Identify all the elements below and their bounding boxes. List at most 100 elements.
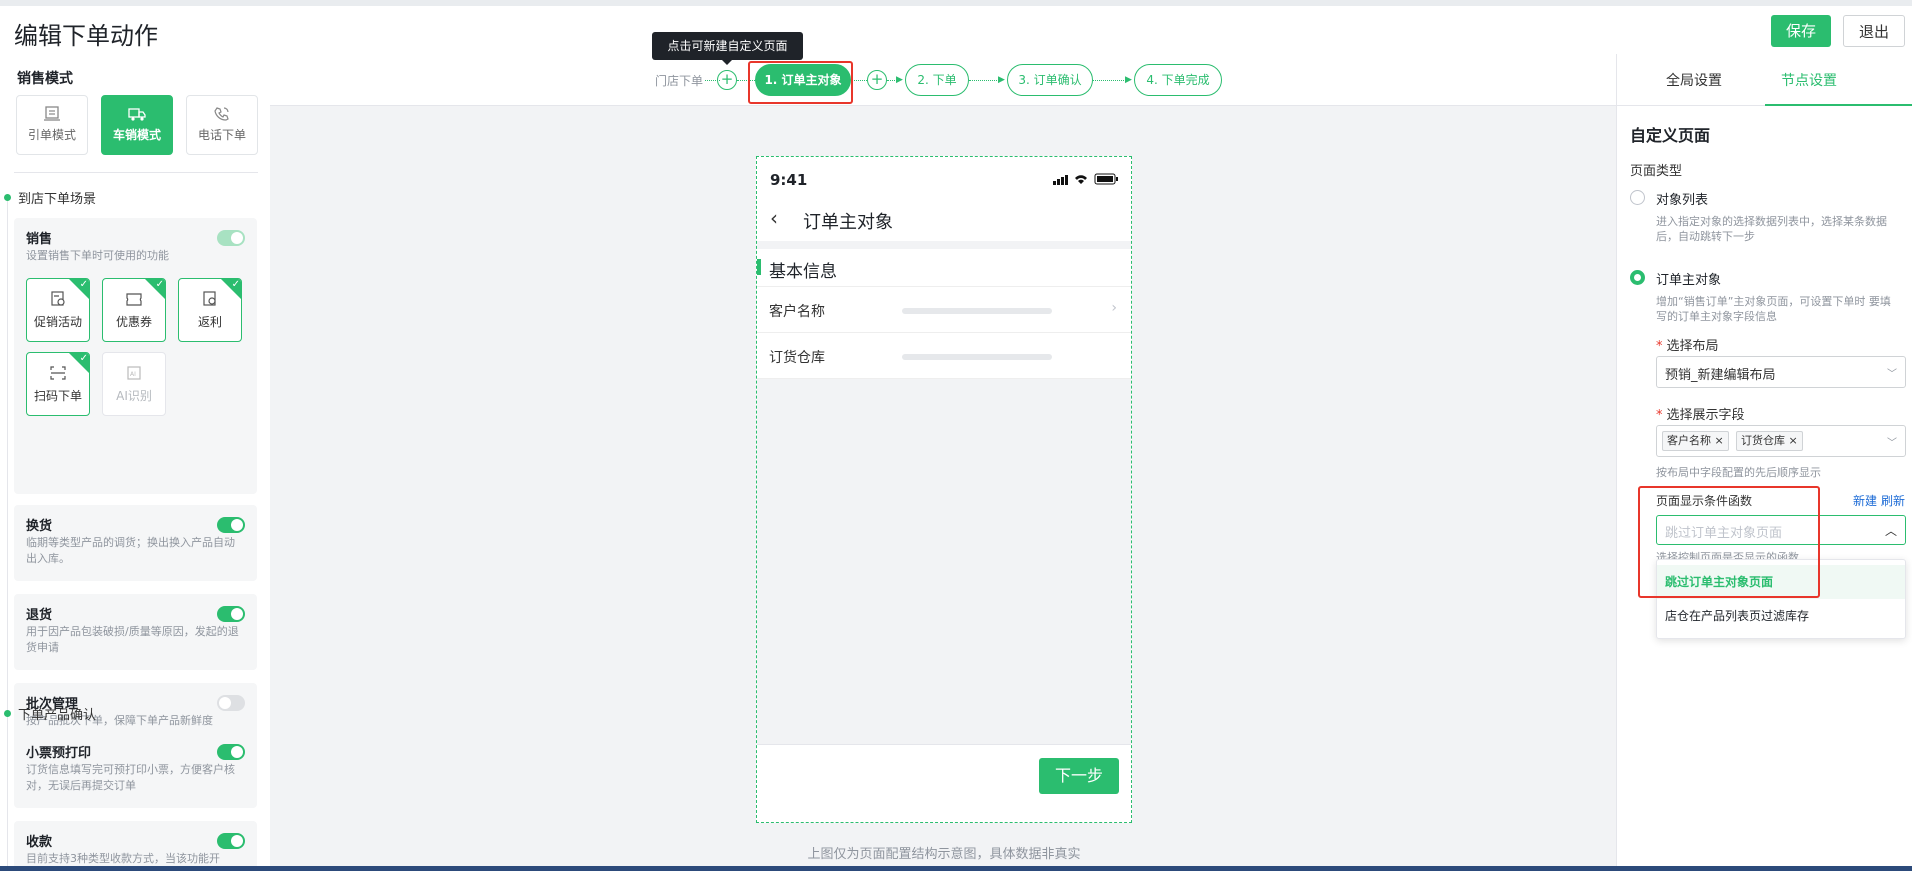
option-object-list-label: 对象列表 [1656, 193, 1709, 208]
tab-global-settings[interactable]: 全局设置 [1666, 70, 1722, 90]
form-row-warehouse[interactable]: 订货仓库 [757, 333, 1131, 379]
right-panel: 全局设置 节点设置 自定义页面 页面类型 对象列表 进入指定对象的选择数据列表中… [1616, 54, 1912, 871]
layout-select[interactable]: 预销_新建编辑布局 ﹀ [1656, 356, 1906, 388]
step-order-complete[interactable]: 4. 下单完成 [1134, 64, 1222, 96]
dropdown-option[interactable]: 店仓在产品列表页过滤库存 [1657, 599, 1905, 633]
receipt-title: 小票预打印 [26, 746, 92, 761]
returns-desc: 用于因产品包装破损/质量等原因，发起的退货申请 [26, 625, 239, 654]
exit-button[interactable]: 退出 [1843, 15, 1905, 47]
returns-toggle[interactable] [217, 606, 245, 622]
tab-node-settings[interactable]: 节点设置 [1781, 70, 1837, 90]
exchange-toggle[interactable] [217, 517, 245, 533]
collect-toggle[interactable] [217, 833, 245, 849]
preview-caption: 上图仅为页面配置结构示意图，具体数据非真实 [807, 847, 1081, 862]
row-label: 客户名称 [769, 304, 825, 320]
phone-preview: 9:41 ‹ 订单主对象 基本信息 客户名称 › 订货仓库 下一步 [756, 156, 1132, 823]
receipt-card: 小票预打印 订货信息填写完可预打印小票，方便客户核对，无误后再提交订单 [14, 732, 257, 808]
phone-page-title: 订单主对象 [803, 212, 893, 233]
new-link[interactable]: 新建 [1853, 492, 1877, 509]
add-page-icon[interactable]: + [717, 70, 737, 90]
scene-title-store: 到店下单场景 [18, 192, 97, 207]
section-header: 基本信息 [757, 249, 1131, 287]
sales-desc: 设置销售下单时可使用的功能 [26, 249, 169, 262]
timeline-line [7, 194, 8, 871]
status-time: 9:41 [770, 171, 808, 189]
receipt-toggle[interactable] [217, 744, 245, 760]
add-page-icon[interactable]: + [867, 70, 887, 90]
next-step-button[interactable]: 下一步 [1039, 758, 1119, 794]
option-object-list-desc: 进入指定对象的选择数据列表中，选择某条数据后，自动跳转下一步 [1656, 215, 1887, 243]
collect-card: 收款 目前支持3种类型收款方式，当该功能开 [14, 821, 257, 871]
feature-rebate[interactable]: 返利 ✓ [178, 278, 242, 342]
radio-object-list[interactable] [1630, 190, 1645, 205]
rebate-icon [203, 291, 216, 306]
coupon-icon [126, 293, 142, 306]
section-title: 基本信息 [769, 262, 837, 282]
mode-truck[interactable]: 车销模式 [101, 95, 173, 155]
truck-icon [128, 108, 146, 121]
settings-tabs: 全局设置 节点设置 [1617, 54, 1912, 106]
feature-label: 扫码下单 [33, 389, 82, 403]
feature-label: 优惠券 [115, 315, 152, 329]
feature-promotion[interactable]: 促销活动 ✓ [26, 278, 90, 342]
check-icon: ✓ [231, 279, 240, 290]
feature-scan-order[interactable]: 扫码下单 ✓ [26, 352, 90, 416]
field-tag[interactable]: 客户名称 × [1662, 431, 1729, 451]
fields-label: * 选择展示字段 [1656, 408, 1745, 423]
fields-multiselect[interactable]: 客户名称 × 订货仓库 × ﹀ [1656, 425, 1906, 457]
form-row-customer[interactable]: 客户名称 › [757, 287, 1131, 333]
exchange-desc: 临期等类型产品的调货；换出换入产品自动出入库。 [26, 536, 235, 565]
arrow-icon: ▶ [998, 75, 1005, 85]
collect-desc: 目前支持3种类型收款方式，当该功能开 [26, 852, 220, 865]
add-page-tooltip: 点击可新建自定义页面 [652, 32, 803, 65]
step-connector [851, 80, 867, 81]
mode-order[interactable]: 引单模式 [16, 95, 88, 155]
returns-title: 退货 [26, 608, 53, 623]
batch-toggle[interactable] [217, 695, 245, 711]
scene-dot [4, 194, 11, 201]
radio-order-main-object[interactable] [1630, 270, 1645, 285]
phone-nav-bar: ‹ 订单主对象 [757, 201, 1131, 241]
mode-label: 引单模式 [27, 128, 76, 142]
layout-label: * 选择布局 [1656, 339, 1719, 354]
phone-icon [214, 107, 229, 121]
step-order-confirm[interactable]: 3. 订单确认 [1007, 64, 1093, 96]
returns-card: 退货 用于因产品包装破损/质量等原因，发起的退货申请 [14, 594, 257, 670]
feature-coupon[interactable]: 优惠券 ✓ [102, 278, 166, 342]
sales-toggle[interactable] [217, 230, 245, 246]
save-button[interactable]: 保存 [1771, 15, 1831, 47]
tab-underline [1765, 104, 1912, 106]
chevron-down-icon: ﹀ [1887, 438, 1897, 449]
sales-card: 销售 设置销售下单时可使用的功能 促销活动 ✓ 优惠券 ✓ 返利 ✓ 扫码下单 … [14, 218, 257, 494]
arrow-icon: ▶ [896, 75, 903, 85]
back-icon[interactable]: ‹ [770, 206, 778, 230]
collect-title: 收款 [26, 835, 53, 850]
layout-value: 预销_新建编辑布局 [1665, 368, 1776, 383]
row-placeholder [902, 354, 1052, 360]
scene-title-confirm: 下单产品确认 [18, 708, 97, 723]
mode-phone[interactable]: 电话下单 [186, 95, 258, 155]
chevron-up-icon: ︿ [1884, 524, 1897, 538]
feature-label: 返利 [197, 315, 222, 329]
sales-mode-title: 销售模式 [17, 71, 73, 87]
taskbar-strip [0, 866, 1912, 871]
step-order[interactable]: 2. 下单 [905, 64, 969, 96]
row-label: 订货仓库 [769, 350, 825, 366]
arrow-icon: ▶ [1125, 75, 1132, 85]
page-type-label: 页面类型 [1630, 164, 1683, 179]
phone-footer: 下一步 [757, 744, 1131, 822]
svg-text:AI: AI [130, 371, 136, 378]
feature-ai-recognition[interactable]: AI AI识别 [102, 352, 166, 416]
step-connector [969, 80, 1001, 81]
panel-title: 自定义页面 [1630, 126, 1711, 145]
refresh-link[interactable]: 刷新 [1881, 492, 1905, 509]
divider [14, 172, 258, 173]
feature-label: AI识别 [116, 389, 152, 403]
step-store[interactable]: 门店下单 [655, 72, 703, 89]
page-title: 编辑下单动作 [14, 22, 158, 50]
field-tag[interactable]: 订货仓库 × [1736, 431, 1803, 451]
close-icon: × [1788, 434, 1798, 447]
section-marker [757, 259, 761, 275]
option-order-main-label: 订单主对象 [1656, 273, 1722, 288]
top-header: 编辑下单动作 保存 退出 [0, 0, 1912, 54]
